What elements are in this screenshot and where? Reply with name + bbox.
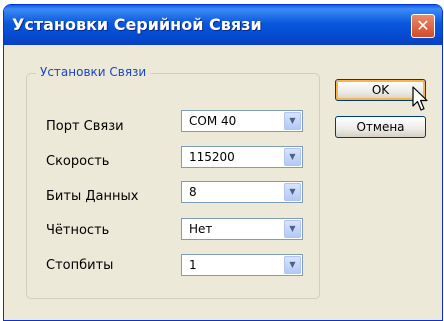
group-legend: Установки Связи bbox=[36, 65, 151, 79]
mouse-cursor-icon bbox=[412, 86, 428, 111]
serial-settings-dialog: Установки Серийной Связи ✕ Установки Свя… bbox=[3, 4, 443, 321]
data-bits-label: Биты Данных bbox=[46, 189, 139, 204]
chevron-down-icon[interactable]: ▼ bbox=[284, 183, 301, 201]
port-label: Порт Связи bbox=[46, 119, 124, 134]
close-button[interactable]: ✕ bbox=[411, 14, 435, 38]
parity-label: Чётность bbox=[46, 223, 110, 238]
parity-value: Нет bbox=[189, 222, 213, 236]
speed-label: Скорость bbox=[46, 154, 110, 169]
data-bits-select[interactable]: 8 ▼ bbox=[181, 181, 303, 203]
speed-select[interactable]: 115200 ▼ bbox=[181, 146, 303, 168]
port-value: COM 40 bbox=[189, 114, 237, 128]
stop-bits-select[interactable]: 1 ▼ bbox=[181, 254, 303, 276]
chevron-down-icon[interactable]: ▼ bbox=[284, 220, 301, 238]
chevron-down-icon[interactable]: ▼ bbox=[284, 112, 301, 130]
data-bits-value: 8 bbox=[189, 185, 197, 199]
parity-select[interactable]: Нет ▼ bbox=[181, 218, 303, 240]
title-bar[interactable]: Установки Серийной Связи ✕ bbox=[4, 5, 442, 45]
chevron-down-icon[interactable]: ▼ bbox=[284, 256, 301, 274]
chevron-down-icon[interactable]: ▼ bbox=[284, 148, 301, 166]
speed-value: 115200 bbox=[189, 150, 235, 164]
close-icon: ✕ bbox=[416, 16, 430, 35]
stop-bits-label: Стопбиты bbox=[46, 258, 114, 273]
port-select[interactable]: COM 40 ▼ bbox=[181, 110, 303, 132]
window-title: Установки Серийной Связи bbox=[12, 15, 262, 34]
stop-bits-value: 1 bbox=[189, 258, 197, 272]
cancel-button[interactable]: Отмена bbox=[335, 116, 426, 138]
